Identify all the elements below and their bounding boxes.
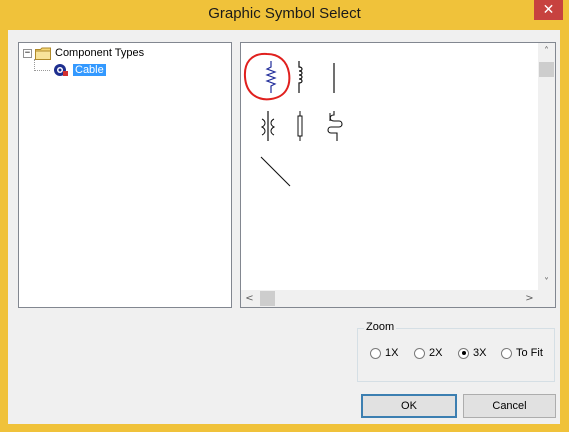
- tree-node-component-types[interactable]: − Component Types: [23, 45, 144, 61]
- zoom-option-2x[interactable]: 2X: [414, 347, 442, 359]
- diagonal-line-symbol[interactable]: [257, 153, 293, 189]
- inductor-coil-symbol[interactable]: [293, 61, 307, 93]
- dialog-window: Graphic Symbol Select ✕ − Component Type…: [0, 0, 569, 432]
- vertical-scroll-thumb[interactable]: [539, 62, 554, 77]
- zoom-label-3x: 3X: [473, 347, 487, 359]
- vertical-line-symbol[interactable]: [331, 61, 337, 95]
- zoom-label-1x: 1X: [385, 347, 399, 359]
- zoom-option-3x[interactable]: 3X: [458, 347, 486, 359]
- component-types-tree[interactable]: − Component Types Cable: [18, 42, 232, 308]
- cable-icon: [54, 64, 68, 76]
- tree-label-cable[interactable]: Cable: [73, 64, 106, 76]
- zoom-label-to-fit: To Fit: [516, 347, 543, 359]
- horizontal-scrollbar[interactable]: < >: [241, 290, 538, 307]
- folder-icon: [35, 47, 51, 60]
- close-button[interactable]: ✕: [534, 0, 563, 20]
- zoom-radio-to-fit[interactable]: [501, 347, 512, 359]
- scrollbar-corner: [538, 290, 555, 307]
- zoom-option-1x[interactable]: 1X: [370, 347, 398, 359]
- scroll-left-arrow-icon[interactable]: <: [241, 290, 258, 307]
- zoom-legend: Zoom: [364, 321, 397, 333]
- ok-button[interactable]: OK: [361, 394, 457, 418]
- transformer-symbol[interactable]: [259, 111, 277, 141]
- coil-s-symbol[interactable]: [325, 111, 345, 141]
- window-title: Graphic Symbol Select: [208, 5, 361, 22]
- tree-label-component-types[interactable]: Component Types: [55, 47, 144, 59]
- capacitor-rod-symbol[interactable]: [295, 111, 305, 141]
- zoom-label-2x: 2X: [429, 347, 443, 359]
- zoom-group: Zoom 1X 2X 3X To Fit: [357, 321, 555, 382]
- vertical-scrollbar[interactable]: ˄ ˅: [538, 43, 555, 291]
- dialog-client-area: − Component Types Cable ˄ ˅ < > Zoom 1X …: [8, 30, 560, 424]
- tree-node-cable[interactable]: Cable: [53, 62, 106, 78]
- symbol-gallery[interactable]: ˄ ˅ < >: [240, 42, 556, 308]
- zoom-radio-3x[interactable]: [458, 347, 469, 359]
- tree-connector-line: [34, 70, 50, 71]
- scroll-down-arrow-icon[interactable]: ˅: [538, 274, 555, 291]
- horizontal-scroll-thumb[interactable]: [260, 291, 275, 306]
- cancel-button[interactable]: Cancel: [463, 394, 556, 418]
- scroll-right-arrow-icon[interactable]: >: [521, 290, 538, 307]
- resistor-zigzag-symbol[interactable]: [261, 61, 281, 93]
- zoom-radio-1x[interactable]: [370, 347, 381, 359]
- zoom-option-to-fit[interactable]: To Fit: [501, 347, 543, 359]
- collapse-expander[interactable]: −: [23, 48, 32, 58]
- scroll-up-arrow-icon[interactable]: ˄: [538, 43, 555, 60]
- zoom-radio-2x[interactable]: [414, 347, 425, 359]
